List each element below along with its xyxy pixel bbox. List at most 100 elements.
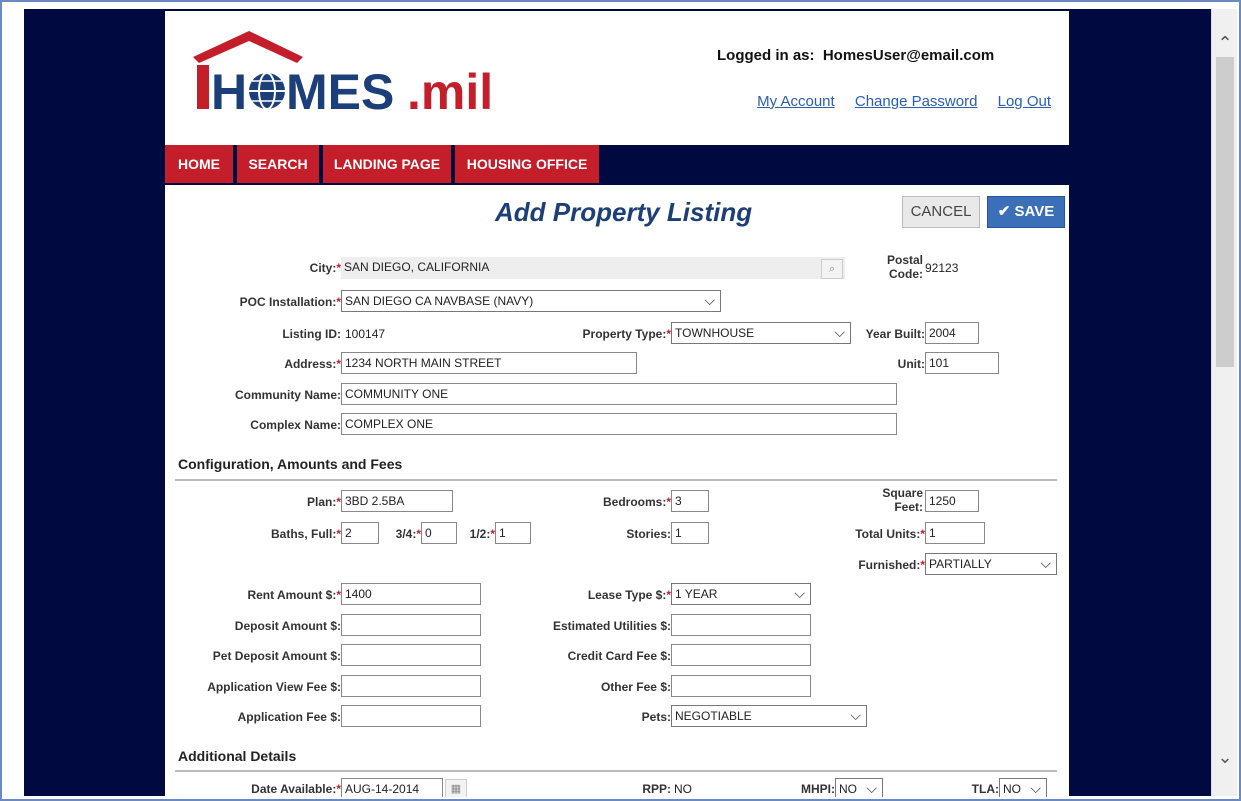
cancel-button[interactable]: CANCEL [902, 196, 980, 228]
baths-12-input[interactable]: 1 [495, 522, 531, 544]
plan-input[interactable]: 3BD 2.5BA [341, 490, 453, 512]
chevron-down-icon: ⌵ [834, 324, 845, 340]
section-divider [175, 770, 1057, 772]
baths-34-input[interactable]: 0 [421, 522, 457, 544]
application-view-fee-input[interactable] [341, 675, 481, 697]
unit-label: Unit: [897, 357, 925, 371]
scroll-down-icon[interactable]: ⌄ [1212, 745, 1238, 769]
mhpi-select[interactable]: NO ⌵ [835, 778, 883, 797]
estimated-utilities-input[interactable] [671, 614, 811, 636]
svg-text:.mil: .mil [407, 64, 493, 119]
date-available-label: Date Available:* [251, 782, 341, 796]
login-box: Logged in as: HomesUser@email.com [695, 23, 1065, 69]
lease-type-select[interactable]: 1 YEAR ⌵ [671, 583, 811, 605]
deposit-amount-input[interactable] [341, 614, 481, 636]
change-password-link[interactable]: Change Password [855, 93, 978, 110]
community-name-input[interactable]: COMMUNITY ONE [341, 383, 897, 405]
main-content: Add Property Listing CANCEL ✔ SAVE City:… [165, 185, 1069, 797]
application-view-fee-label: Application View Fee $: [207, 680, 341, 694]
account-links: My Account Change Password Log Out [741, 93, 1051, 110]
stories-label: Stories: [626, 527, 671, 541]
pets-select[interactable]: NEGOTIABLE ⌵ [671, 705, 867, 727]
section-divider [175, 479, 1057, 481]
community-name-label: Community Name: [234, 388, 341, 402]
tla-label: TLA: [971, 782, 999, 796]
calendar-icon[interactable]: ▦ [445, 779, 467, 797]
rent-amount-label: Rent Amount $:* [247, 588, 341, 602]
login-label: Logged in as: [717, 47, 815, 64]
chevron-down-icon: ⌵ [866, 780, 877, 796]
furnished-label: Furnished:* [858, 558, 925, 572]
credit-card-fee-input[interactable] [671, 644, 811, 666]
bedrooms-input[interactable]: 3 [671, 490, 709, 512]
search-icon[interactable]: ⌕ [821, 259, 843, 279]
page-title: Add Property Listing [495, 197, 753, 227]
chevron-down-icon: ⌵ [1030, 780, 1041, 796]
nav-home[interactable]: HOME [165, 145, 233, 183]
plan-label: Plan:* [306, 495, 341, 509]
year-built-input[interactable]: 2004 [925, 322, 979, 344]
furnished-select[interactable]: PARTIALLY ⌵ [925, 553, 1057, 575]
listing-id-value: 100147 [345, 327, 386, 341]
svg-text:H: H [211, 64, 247, 119]
baths-34-label: 3/4:* [395, 527, 421, 541]
lease-type-label: Lease Type $:* [587, 588, 671, 602]
rent-amount-input[interactable]: 1400 [341, 583, 481, 605]
square-feet-label: Square Feet: [882, 486, 923, 514]
stories-input[interactable]: 1 [671, 522, 709, 544]
site-header: H MES .mil Logged in as: HomesUser@email… [165, 11, 1069, 145]
additional-heading: Additional Details [178, 748, 297, 764]
scroll-thumb[interactable] [1216, 57, 1234, 367]
nav-landing-page[interactable]: LANDING PAGE [323, 145, 451, 183]
credit-card-fee-label: Credit Card Fee $: [567, 649, 671, 663]
pet-deposit-label: Pet Deposit Amount $: [212, 649, 341, 663]
pet-deposit-input[interactable] [341, 644, 481, 666]
city-input[interactable]: SAN DIEGO, CALIFORNIA [341, 257, 845, 279]
property-type-select[interactable]: TOWNHOUSE ⌵ [671, 322, 851, 344]
check-icon: ✔ [997, 203, 1011, 220]
bedrooms-label: Bedrooms:* [602, 495, 671, 509]
log-out-link[interactable]: Log Out [998, 93, 1051, 110]
chevron-down-icon: ⌵ [794, 585, 805, 601]
total-units-input[interactable]: 1 [925, 522, 985, 544]
homes-mil-logo[interactable]: H MES .mil [185, 29, 505, 120]
poc-installation-select[interactable]: SAN DIEGO CA NAVBASE (NAVY) ⌵ [341, 290, 721, 312]
unit-input[interactable]: 101 [925, 352, 999, 374]
baths-full-input[interactable]: 2 [341, 522, 379, 544]
square-feet-input[interactable]: 1250 [925, 490, 979, 512]
postal-code-label: Postal Code: [886, 253, 923, 281]
property-type-label: Property Type:* [582, 327, 671, 341]
total-units-label: Total Units:* [855, 527, 925, 541]
svg-text:MES: MES [286, 64, 394, 119]
listing-id-label: Listing ID: [282, 327, 341, 341]
save-button[interactable]: ✔ SAVE [987, 196, 1065, 228]
city-label: City:* [309, 261, 341, 275]
address-input[interactable]: 1234 NORTH MAIN STREET [341, 352, 637, 374]
baths-full-label: Baths, Full:* [270, 527, 341, 541]
year-built-label: Year Built: [865, 327, 925, 341]
date-available-input[interactable]: AUG-14-2014 [341, 778, 443, 797]
page: H MES .mil Logged in as: HomesUser@email… [165, 11, 1069, 797]
mhpi-label: MHPI: [801, 782, 835, 796]
chevron-down-icon: ⌵ [850, 707, 861, 723]
my-account-link[interactable]: My Account [757, 93, 835, 110]
chevron-down-icon: ⌵ [1040, 555, 1051, 571]
application-fee-input[interactable] [341, 705, 481, 727]
nav-search[interactable]: SEARCH [237, 145, 319, 183]
tla-select[interactable]: NO ⌵ [999, 778, 1047, 797]
complex-name-input[interactable]: COMPLEX ONE [341, 413, 897, 435]
other-fee-label: Other Fee $: [600, 680, 671, 694]
application-fee-label: Application Fee $: [237, 710, 341, 724]
vertical-scrollbar[interactable]: ⌃ ⌄ [1211, 9, 1237, 796]
config-heading: Configuration, Amounts and Fees [178, 456, 403, 472]
other-fee-input[interactable] [671, 675, 811, 697]
baths-12-label: 1/2:* [469, 527, 495, 541]
poc-installation-label: POC Installation:* [239, 295, 341, 309]
login-user: HomesUser@email.com [822, 47, 995, 64]
postal-code-value: 92123 [925, 261, 959, 275]
nav-housing-office[interactable]: HOUSING OFFICE [455, 145, 599, 183]
pets-label: Pets: [641, 710, 671, 724]
scroll-up-icon[interactable]: ⌃ [1212, 31, 1238, 55]
address-label: Address:* [284, 357, 341, 371]
estimated-utilities-label: Estimated Utilities $: [552, 619, 671, 633]
